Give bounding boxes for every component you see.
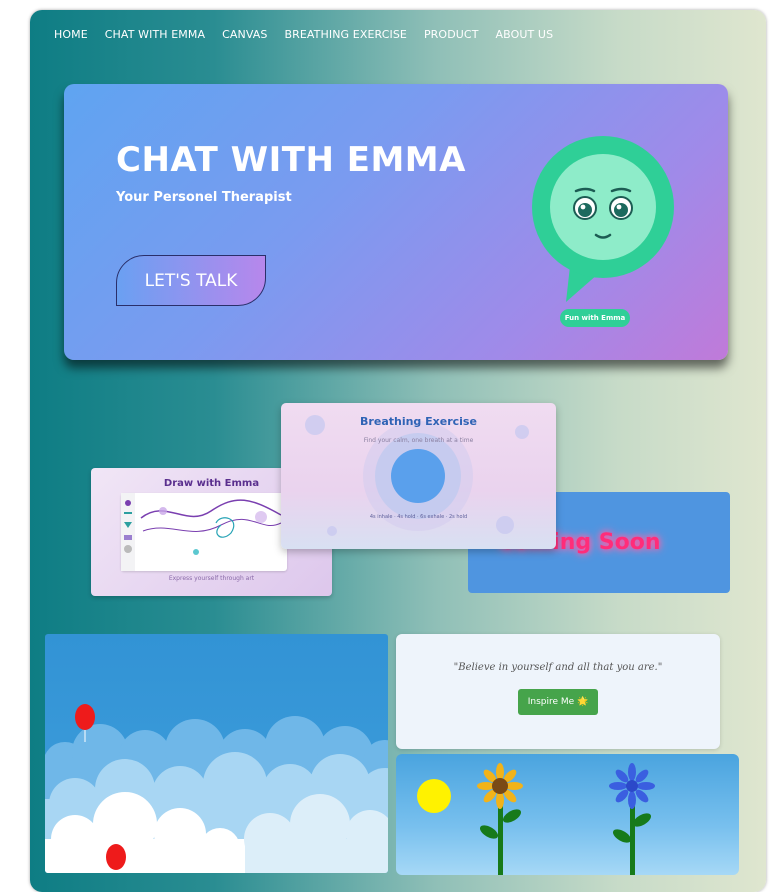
nav-about-us[interactable]: ABOUT US (496, 28, 554, 41)
flower-garden-panel[interactable] (396, 754, 739, 875)
page-frame: HOME CHAT WITH EMMA CANVAS BREATHING EXE… (30, 10, 766, 892)
quote-text: "Believe in yourself and all that you ar… (453, 662, 663, 673)
nav-product[interactable]: PRODUCT (424, 28, 479, 41)
draw-card-caption: Express yourself through art (168, 575, 255, 582)
inspire-me-button[interactable]: Inspire Me 🌟 (518, 689, 598, 715)
quote-card: "Believe in yourself and all that you ar… (396, 634, 720, 749)
hero-title: CHAT WITH EMMA (116, 140, 466, 180)
drawing-canvas-preview (121, 493, 287, 571)
breathing-card-title: Breathing Exercise (360, 415, 477, 428)
nav-breathing-exercise[interactable]: BREATHING EXERCISE (284, 28, 406, 41)
breathing-steps: 4s inhale · 4s hold · 6s exhale · 2s hol… (369, 514, 468, 520)
breathing-card-subtitle: Find your calm, one breath at a time (363, 437, 474, 444)
top-nav: HOME CHAT WITH EMMA CANVAS BREATHING EXE… (54, 28, 553, 41)
balloon-game-panel[interactable] (45, 634, 388, 873)
nav-home[interactable]: HOME (54, 28, 88, 41)
sun-and-flowers-scene (417, 763, 655, 875)
hero-subtitle: Your Personel Therapist (116, 190, 292, 205)
canvas-sketch-icon (121, 493, 282, 571)
hero-banner: CHAT WITH EMMA Your Personel Therapist L… (64, 84, 728, 360)
emma-face-icon[interactable] (530, 134, 676, 306)
nav-canvas[interactable]: CANVAS (222, 28, 267, 41)
clouds-balloons-scene (45, 704, 388, 873)
fun-with-emma-button[interactable]: Fun with Emma (560, 309, 630, 327)
nav-chat-with-emma[interactable]: CHAT WITH EMMA (105, 28, 205, 41)
breathing-exercise-card[interactable]: Breathing Exercise Find your calm, one b… (281, 403, 556, 549)
lets-talk-button[interactable]: LET'S TALK (116, 255, 266, 306)
